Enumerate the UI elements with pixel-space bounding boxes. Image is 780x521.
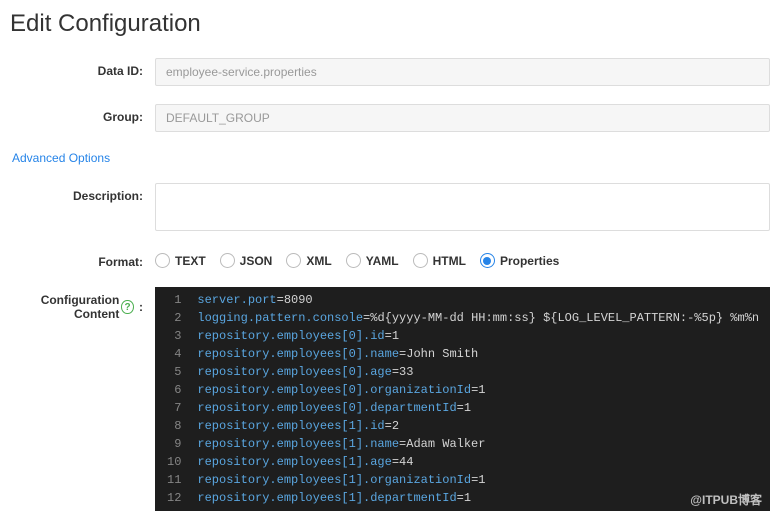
line-number: 9 [167,435,181,453]
line-number: 10 [167,453,181,471]
code-line: logging.pattern.console=%d{yyyy-MM-dd HH… [197,309,762,327]
line-gutter: 123456789101112 [155,287,189,511]
line-number: 12 [167,489,181,507]
format-radio-html[interactable]: HTML [413,253,466,268]
advanced-options-link[interactable]: Advanced Options [12,151,110,165]
code-line: repository.employees[0].name=John Smith [197,345,762,363]
radio-label: HTML [433,254,466,268]
label-format: Format: [10,249,155,269]
line-number: 7 [167,399,181,417]
data-id-input[interactable] [155,58,770,86]
description-input[interactable] [155,183,770,231]
label-description: Description: [10,183,155,203]
radio-icon [155,253,170,268]
radio-label: YAML [366,254,399,268]
format-radio-yaml[interactable]: YAML [346,253,399,268]
radio-label: JSON [240,254,273,268]
label-data-id: Data ID: [10,58,155,78]
radio-icon [220,253,235,268]
code-line: repository.employees[0].organizationId=1 [197,381,762,399]
group-input[interactable] [155,104,770,132]
line-number: 8 [167,417,181,435]
label-config-content: Configuration Content [10,293,119,321]
radio-icon [480,253,495,268]
radio-icon [286,253,301,268]
radio-icon [413,253,428,268]
page-title: Edit Configuration [10,10,770,38]
line-number: 1 [167,291,181,309]
line-number: 4 [167,345,181,363]
watermark-text: @ITPUB博客 [690,491,762,509]
format-radio-properties[interactable]: Properties [480,253,559,268]
code-line: repository.employees[1].departmentId=1 [197,489,762,507]
radio-icon [346,253,361,268]
line-number: 3 [167,327,181,345]
code-line: repository.employees[0].departmentId=1 [197,399,762,417]
radio-label: XML [306,254,331,268]
line-number: 11 [167,471,181,489]
help-icon[interactable]: ? [121,300,133,314]
label-group: Group: [10,104,155,124]
code-line: repository.employees[0].age=33 [197,363,762,381]
radio-label: TEXT [175,254,206,268]
format-radio-xml[interactable]: XML [286,253,331,268]
radio-label: Properties [500,254,559,268]
code-line: repository.employees[0].id=1 [197,327,762,345]
format-radio-text[interactable]: TEXT [155,253,206,268]
code-line: repository.employees[1].age=44 [197,453,762,471]
code-line: server.port=8090 [197,291,762,309]
line-number: 6 [167,381,181,399]
line-number: 2 [167,309,181,327]
format-radio-json[interactable]: JSON [220,253,273,268]
format-radio-group: TEXT JSON XML YAML HTML Properties [155,249,770,268]
line-number: 5 [167,363,181,381]
code-editor[interactable]: 123456789101112 server.port=8090logging.… [155,287,770,511]
code-area[interactable]: server.port=8090logging.pattern.console=… [189,287,770,511]
code-line: repository.employees[1].id=2 [197,417,762,435]
code-line: repository.employees[1].name=Adam Walker [197,435,762,453]
code-line: repository.employees[1].organizationId=1 [197,471,762,489]
